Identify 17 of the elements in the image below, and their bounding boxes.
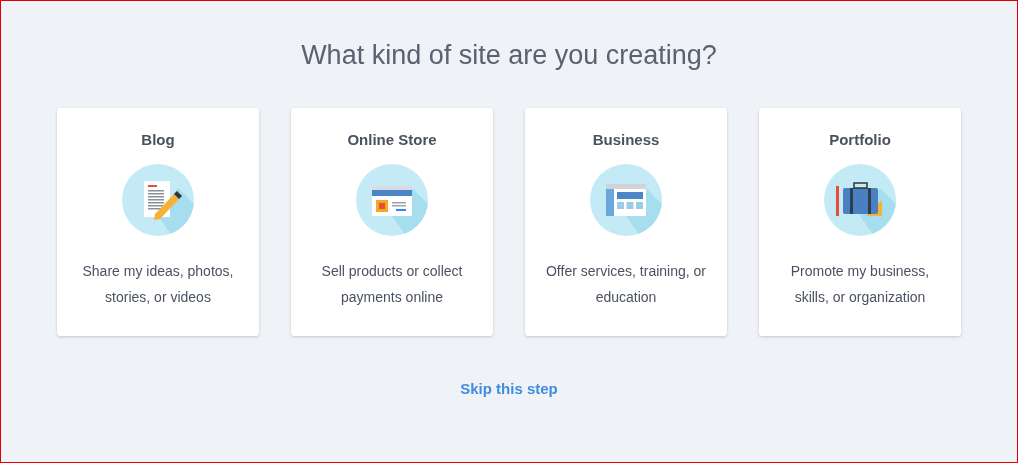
card-description: Share my ideas, photos, stories, or videos — [81, 262, 235, 307]
card-description: Sell products or collect payments online — [320, 262, 464, 307]
portfolio-icon — [824, 164, 896, 236]
page-heading: What kind of site are you creating? — [301, 39, 717, 72]
blog-icon — [122, 164, 194, 236]
card-title: Online Store — [347, 129, 437, 150]
store-icon — [356, 164, 428, 236]
site-type-card[interactable]: Business Offer services, training, or education — [525, 107, 727, 336]
card-description: Promote my business, skills, or organization — [789, 262, 931, 307]
card-title: Portfolio — [829, 129, 891, 150]
site-type-card[interactable]: Portfolio Promote my business, skills, or organization — [759, 107, 961, 336]
card-description: Offer services, training, or education — [545, 262, 707, 307]
business-icon — [590, 164, 662, 236]
site-type-card[interactable]: Blog Share my ideas, photos, stories, or videos — [57, 107, 259, 336]
site-type-card[interactable]: Online Store Sell products or collect payments online — [291, 107, 493, 336]
card-title: Blog — [141, 129, 175, 150]
card-title: Business — [592, 129, 660, 150]
